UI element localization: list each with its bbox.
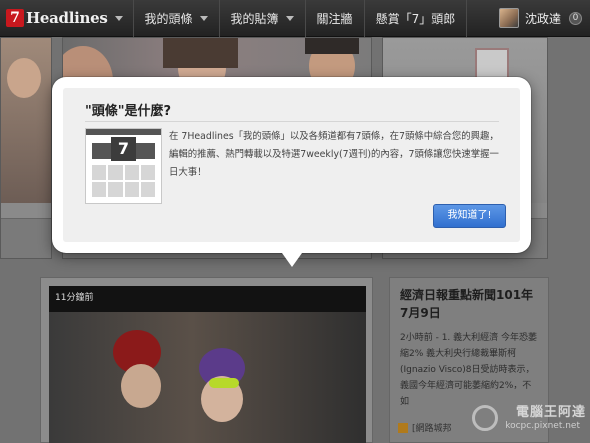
- calendar-icon: 7: [85, 128, 162, 204]
- nav-item-label: 關注牆: [316, 11, 353, 26]
- chevron-down-icon: [285, 15, 294, 21]
- got-it-button[interactable]: 我知道了!: [433, 204, 506, 228]
- popover-arrow: [282, 253, 302, 267]
- user-name: 沈政達: [524, 11, 561, 26]
- top-navbar: 7 Headlines 我的頭條 我的貼簿 關注牆 懸賞「7」頭郎 沈政達 0: [0, 0, 590, 37]
- source-label: [網路城邦: [412, 424, 452, 434]
- popover-content: "頭條"是什麼? 7 在 7Headlines「我的頭條」以及各頻道都有7頭條，…: [63, 88, 520, 242]
- nav-item-reward[interactable]: 懸賞「7」頭郎: [365, 0, 467, 36]
- nav-divider: [466, 0, 468, 37]
- watermark-url: kocpc.pixnet.net: [505, 421, 580, 431]
- divider: [85, 121, 499, 122]
- popover-title: "頭條"是什麼?: [85, 104, 172, 119]
- notification-badge[interactable]: 0: [569, 11, 582, 25]
- headline-card[interactable]: [0, 37, 52, 259]
- nav-item-label: 我的貼簿: [230, 11, 279, 26]
- watermark: 電腦王阿達 kocpc.pixnet.net: [466, 397, 586, 441]
- chevron-down-icon: [114, 15, 123, 21]
- calendar-number: 7: [111, 137, 136, 161]
- nav-item-label: 懸賞「7」頭郎: [375, 11, 456, 26]
- video-thumbnail[interactable]: 11分鐘前: [49, 286, 366, 443]
- nav-item-label: 我的頭條: [144, 11, 193, 26]
- watermark-logo-icon: [472, 405, 498, 431]
- news-headline[interactable]: 經濟日報重點新聞101年7月9日: [400, 286, 538, 322]
- card-footer: [1, 218, 51, 258]
- brand-menu[interactable]: 7 Headlines: [0, 0, 133, 36]
- source-icon: [398, 422, 408, 433]
- nav-item-my-clips[interactable]: 我的貼簿: [220, 0, 305, 36]
- headline-image: [1, 38, 51, 203]
- brand-logo-mark: 7: [6, 9, 24, 27]
- nav-item-follow-wall[interactable]: 關注牆: [306, 0, 364, 36]
- timestamp: 11分鐘前: [55, 293, 94, 303]
- news-source[interactable]: [網路城邦: [398, 421, 452, 434]
- chevron-down-icon: [199, 15, 208, 21]
- watermark-text: 電腦王阿達: [515, 405, 586, 420]
- avatar: [498, 8, 519, 28]
- nav-item-my-headlines[interactable]: 我的頭條: [134, 0, 219, 36]
- user-menu[interactable]: 沈政達 0: [498, 0, 590, 36]
- info-popover: "頭條"是什麼? 7 在 7Headlines「我的頭條」以及各頻道都有7頭條，…: [52, 77, 531, 253]
- brand-name: Headlines: [26, 9, 108, 27]
- popover-body: 在 7Headlines「我的頭條」以及各頻道都有7頭條，在7頭條中綜合您的興趣…: [169, 131, 499, 178]
- news-video-card[interactable]: 11分鐘前: [40, 277, 373, 443]
